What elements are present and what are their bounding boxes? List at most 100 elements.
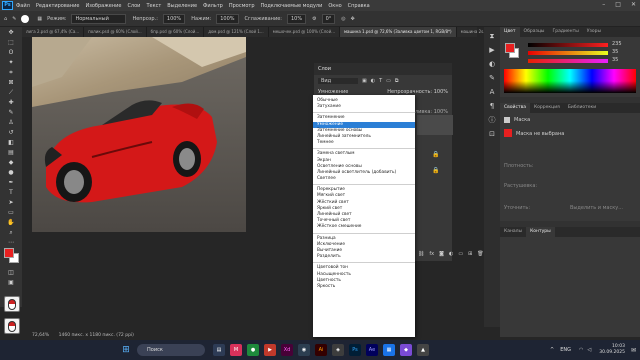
info-icon[interactable]: ⓘ <box>487 115 497 125</box>
menu-plugins[interactable]: Подключаемые модули <box>261 3 323 9</box>
tab-gradients[interactable]: Градиенты <box>549 27 583 37</box>
symmetry-icon[interactable]: ✥ <box>351 16 355 22</box>
clock-date[interactable]: 30.09.2025 <box>599 350 625 356</box>
maximize-icon[interactable]: □ <box>615 1 621 8</box>
document-canvas[interactable] <box>32 37 246 232</box>
menu-file[interactable]: Файл <box>16 3 30 9</box>
tab-doc-1[interactable]: лига 2.psd @ 67,4% (Ca... <box>22 27 85 37</box>
menu-view[interactable]: Просмотр <box>229 3 255 9</box>
pen-tool-icon[interactable]: ✒ <box>4 178 18 187</box>
pressure-icon[interactable]: ◎ <box>341 16 345 22</box>
red-slider[interactable] <box>528 43 608 47</box>
app-icon-10[interactable]: ▦ <box>383 344 395 356</box>
app-icon-7[interactable]: ◈ <box>332 344 344 356</box>
brush-tool-icon[interactable]: ✎ <box>12 16 16 22</box>
smoothing-input[interactable]: 10% <box>286 13 307 24</box>
xd-icon[interactable]: Xd <box>281 344 293 356</box>
path-select-icon[interactable]: ➤ <box>4 198 18 207</box>
tab-doc-active[interactable]: машина 1.psd @ 72,6% (Заливка цветом 1, … <box>339 27 457 37</box>
red-value[interactable]: 235 <box>612 41 622 47</box>
brush-tool-icon[interactable]: ✎ <box>4 108 18 117</box>
marquee-tool-icon[interactable]: ⬚ <box>4 38 18 47</box>
eraser-tool-icon[interactable]: ◧ <box>4 138 18 147</box>
tray-chevron-icon[interactable]: ^ <box>550 347 554 353</box>
healing-tool-icon[interactable]: ✚ <box>4 98 18 107</box>
blue-slider[interactable] <box>528 59 608 63</box>
dodge-tool-icon[interactable]: ● <box>4 168 18 177</box>
menu-select[interactable]: Выделение <box>167 3 197 9</box>
menu-layers[interactable]: Слои <box>127 3 140 9</box>
actions-icon[interactable]: ▶ <box>487 45 497 55</box>
menu-window[interactable]: Окно <box>328 3 341 9</box>
quick-select-tool-icon[interactable]: ✦ <box>4 58 18 67</box>
adjust-icon[interactable]: ◐ <box>487 59 497 69</box>
move-tool-icon[interactable]: ✥ <box>4 28 18 37</box>
filter-smart-icon[interactable]: ⧉ <box>395 78 399 84</box>
filter-type-icon[interactable]: T <box>379 78 382 84</box>
zoom-level[interactable]: 72,64% <box>32 333 49 338</box>
menu-edit[interactable]: Редактирование <box>36 3 80 9</box>
menu-filter[interactable]: Фильтр <box>203 3 223 9</box>
notifications-icon[interactable]: ✉ <box>631 347 636 354</box>
new-fill-icon[interactable]: ◐ <box>449 251 453 257</box>
filter-pixel-icon[interactable]: ▣ <box>362 78 367 84</box>
tab-patterns[interactable]: Узоры <box>583 27 605 37</box>
app-icon-1[interactable]: M <box>230 344 242 356</box>
tab-paths[interactable]: Контуры <box>526 227 555 237</box>
brushes-icon[interactable]: ✎ <box>487 73 497 83</box>
tab-channels[interactable]: Каналы <box>500 227 526 237</box>
menu-help[interactable]: Справка <box>348 3 370 9</box>
crop-tool-icon[interactable]: ⌗ <box>4 68 18 77</box>
filter-shape-icon[interactable]: ▭ <box>386 78 391 84</box>
green-value[interactable]: 35 <box>612 49 618 55</box>
close-icon[interactable]: ✕ <box>631 1 636 8</box>
frame-tool-icon[interactable]: ⊠ <box>4 78 18 87</box>
stamp-tool-icon[interactable]: ♙ <box>4 118 18 127</box>
angle-input[interactable]: 0° <box>321 13 336 24</box>
tab-swatches[interactable]: Образцы <box>520 27 549 37</box>
app-icon-3[interactable]: ▶ <box>264 344 276 356</box>
eyedropper-tool-icon[interactable]: ⟋ <box>4 88 18 97</box>
add-style-icon[interactable]: fx <box>429 251 434 257</box>
ai-icon[interactable]: Ai <box>315 344 327 356</box>
windows-start-icon[interactable]: ⊞ <box>120 344 132 356</box>
tab-libraries[interactable]: Библиотеки <box>564 103 600 113</box>
wifi-icon[interactable]: ◠ <box>579 347 583 353</box>
flow-input[interactable]: 100% <box>216 13 239 24</box>
tab-properties[interactable]: Свойства <box>500 103 530 113</box>
ps-icon[interactable]: Ps <box>349 344 361 356</box>
language-indicator[interactable]: ENG <box>560 347 571 353</box>
glyphs-icon[interactable]: ⊡ <box>487 129 497 139</box>
menu-type[interactable]: Текст <box>146 3 161 9</box>
taskview-icon[interactable]: ▤ <box>213 344 225 356</box>
zoom-tool-icon[interactable]: ⌕ <box>4 228 18 237</box>
tab-doc-5[interactable]: мешочек.psd @ 100% (Слой... <box>269 27 340 37</box>
link-layers-icon[interactable]: ⛓ <box>418 251 424 257</box>
add-mask-icon[interactable]: ◙ <box>439 251 444 257</box>
layer-opacity-input[interactable]: 100% <box>434 89 448 95</box>
layer-filter-select[interactable]: Вид <box>318 78 358 84</box>
character-icon[interactable]: A <box>487 87 497 97</box>
lasso-tool-icon[interactable]: ʘ <box>4 48 18 57</box>
volume-icon[interactable]: ◁ <box>587 347 591 353</box>
tab-doc-3[interactable]: бпр.psd @ 60% (Слой... <box>147 27 205 37</box>
brush-settings-icon[interactable]: ▦ <box>37 16 42 22</box>
more-tools-icon[interactable]: ⋯ <box>4 238 18 247</box>
blend-option[interactable]: Яркость <box>313 284 415 290</box>
mode-select[interactable]: Нормальный <box>71 13 127 24</box>
delete-layer-icon[interactable]: 🗑 <box>477 251 483 257</box>
ae-icon[interactable]: Ae <box>366 344 378 356</box>
menu-image[interactable]: Изображение <box>85 3 121 9</box>
hand-tool-icon[interactable]: ✋ <box>4 218 18 227</box>
blur-tool-icon[interactable]: ◆ <box>4 158 18 167</box>
app-icon-12[interactable]: ▲ <box>417 344 429 356</box>
quick-mask-icon[interactable]: ◫ <box>4 268 18 277</box>
history-brush-icon[interactable]: ↺ <box>4 128 18 137</box>
select-and-mask-button[interactable]: Выделить и маску... <box>570 205 623 211</box>
blue-value[interactable]: 35 <box>612 57 618 63</box>
app-icon-11[interactable]: ◆ <box>400 344 412 356</box>
opacity-input[interactable]: 100% <box>162 13 186 24</box>
filter-adjust-icon[interactable]: ◐ <box>371 78 375 84</box>
panel-fg-swatch[interactable] <box>505 43 515 53</box>
layer-row-selected[interactable] <box>417 115 453 135</box>
